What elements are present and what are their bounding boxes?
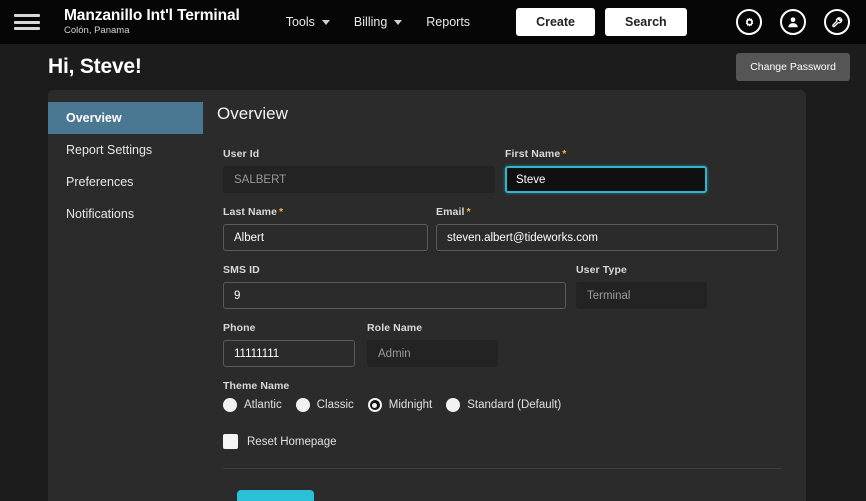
form-divider [223, 468, 781, 469]
sms-id-input[interactable] [223, 282, 566, 309]
field-theme-name: Theme Name Atlantic Classic Midnight Sta… [223, 380, 781, 412]
wrench-icon[interactable] [824, 9, 850, 35]
label-text: Role Name [367, 322, 423, 334]
hamburger-bar [14, 14, 40, 17]
label-text: Last Name [223, 206, 278, 218]
phone-input[interactable] [223, 340, 355, 367]
greeting-row: Hi, Steve! Change Password [0, 44, 866, 90]
reset-homepage-label: Reset Homepage [247, 435, 337, 448]
required-marker: * [279, 206, 284, 218]
user-type-input [576, 282, 707, 309]
email-input[interactable] [436, 224, 778, 251]
nav-item-label: Tools [285, 15, 315, 29]
radio-label: Midnight [388, 399, 433, 411]
brand-title: Manzanillo Int'l Terminal [64, 6, 240, 24]
label-text: SMS ID [223, 264, 260, 276]
content-heading: Overview [217, 104, 288, 123]
field-last-name: Last Name * [223, 206, 428, 251]
radio-label: Atlantic [244, 399, 282, 411]
theme-option-classic[interactable]: Classic [295, 398, 354, 412]
required-marker: * [466, 206, 471, 218]
label-text: User Id [223, 148, 260, 160]
field-first-name: First Name * [505, 148, 707, 193]
sidebar-item-overview[interactable]: Overview [48, 102, 203, 134]
create-button[interactable]: Create [516, 8, 595, 36]
role-name-input [367, 340, 498, 367]
sidebar-item-notifications[interactable]: Notifications [48, 198, 203, 230]
sidebar-item-preferences[interactable]: Preferences [48, 166, 203, 198]
field-user-type: User Type [576, 264, 707, 309]
field-label: User Type [576, 264, 707, 276]
top-icon-group [736, 9, 850, 35]
radio-label: Classic [316, 399, 354, 411]
nav-item-billing[interactable]: Billing [353, 15, 403, 29]
save-button[interactable]: Save [237, 490, 315, 501]
radio-icon[interactable] [446, 398, 461, 412]
user-id-input [223, 166, 495, 193]
field-email: Email * [436, 206, 778, 251]
field-label: SMS ID [223, 264, 566, 276]
form-row: SMS ID User Type [223, 264, 781, 309]
radio-icon[interactable] [223, 398, 237, 412]
required-marker: * [562, 148, 567, 160]
chevron-down-icon [394, 19, 403, 25]
theme-radio-group: Atlantic Classic Midnight Standard (Defa… [223, 398, 781, 412]
form-row: Last Name* Email* [223, 206, 781, 251]
brand-subtitle: Colón, Panama [64, 25, 130, 37]
brand-logo[interactable]: Manzanillo Int'l Terminal Colón, Panama [64, 6, 240, 37]
field-label: Role Name [367, 322, 498, 334]
field-phone: Phone [223, 322, 355, 367]
chevron-down-icon [321, 19, 330, 25]
gear-icon[interactable] [736, 9, 762, 35]
first-name-input[interactable] [505, 166, 707, 193]
top-navigation-bar: Manzanillo Int'l Terminal Colón, Panama … [0, 0, 866, 44]
reset-homepage-checkbox[interactable] [223, 434, 238, 449]
radio-icon[interactable] [295, 398, 310, 412]
form-row: User Id First Name* [223, 148, 781, 193]
nav-item-label: Reports [426, 15, 471, 29]
field-label: Theme Name [223, 380, 290, 392]
settings-panel: Overview Report Settings Preferences Not… [48, 90, 806, 501]
change-password-button[interactable]: Change Password [736, 53, 850, 81]
page-title: Hi, Steve! [48, 55, 142, 78]
nav-item-reports[interactable]: Reports [426, 15, 470, 29]
label-text: Email [436, 206, 465, 218]
theme-option-atlantic[interactable]: Atlantic [223, 398, 282, 412]
hamburger-menu-icon[interactable] [14, 12, 40, 32]
field-label: First Name * [505, 148, 707, 160]
reset-homepage-checkbox-row[interactable]: Reset Homepage [223, 434, 781, 449]
overview-form: User Id First Name* Last Name* [213, 148, 781, 501]
radio-label: Standard (Default) [467, 399, 562, 411]
settings-content: Overview User Id First Name* [203, 90, 806, 501]
field-label: User Id [223, 148, 495, 160]
field-role-name: Role Name [367, 322, 498, 367]
top-action-buttons: Create Search [516, 8, 687, 36]
label-text: First Name [505, 148, 561, 160]
field-user-id: User Id [223, 148, 495, 193]
settings-sidebar: Overview Report Settings Preferences Not… [48, 90, 203, 501]
search-button[interactable]: Search [604, 8, 687, 36]
field-label: Last Name * [223, 206, 428, 218]
nav-item-tools[interactable]: Tools [286, 15, 330, 29]
field-sms-id: SMS ID [223, 264, 566, 309]
field-label: Phone [223, 322, 355, 334]
form-row: Phone Role Name [223, 322, 781, 367]
label-text: Phone [223, 322, 256, 334]
hamburger-bar [14, 27, 40, 30]
theme-option-midnight[interactable]: Midnight [367, 398, 433, 412]
nav-item-label: Billing [353, 15, 388, 29]
user-account-icon[interactable] [780, 9, 806, 35]
sidebar-item-report-settings[interactable]: Report Settings [48, 134, 203, 166]
field-label: Email * [436, 206, 778, 218]
label-text: User Type [576, 264, 627, 276]
hamburger-bar [14, 20, 40, 24]
theme-option-standard-default[interactable]: Standard (Default) [446, 398, 561, 412]
main-navigation: Tools Billing Reports [286, 15, 470, 29]
last-name-input[interactable] [223, 224, 428, 251]
radio-icon-selected[interactable] [367, 398, 382, 412]
